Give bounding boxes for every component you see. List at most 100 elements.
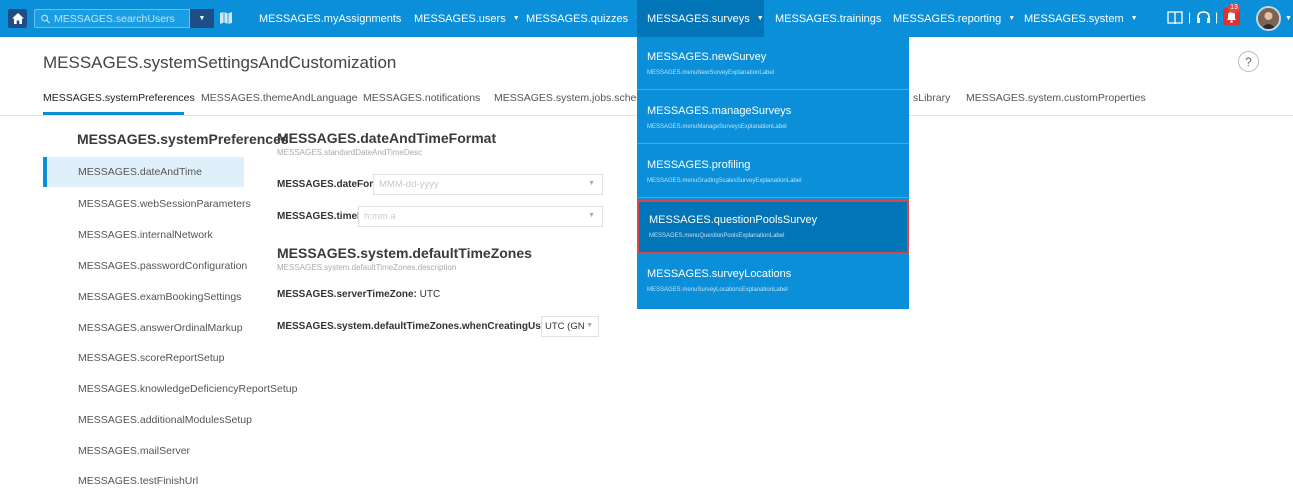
nav-label: MESSAGES.trainings <box>775 12 882 25</box>
server-time-zone-label-text: MESSAGES.serverTimeZone: <box>277 289 417 300</box>
book-icon[interactable] <box>1167 10 1183 25</box>
menu-item-description: MESSAGES.menuManageSurveysExplanationLab… <box>647 124 787 130</box>
search-input[interactable] <box>54 12 189 25</box>
tab-notifications[interactable]: MESSAGES.notifications <box>363 92 480 104</box>
top-navigation-bar: ▼ MESSAGES.myAssignments MESSAGES.users ▼… <box>0 0 1293 37</box>
sidebar-item-web-session-parameters[interactable]: MESSAGES.webSessionParameters <box>43 189 251 219</box>
section-description: MESSAGES.system.defaultTimeZones.descrip… <box>277 263 457 272</box>
nav-trainings[interactable]: MESSAGES.trainings <box>775 0 881 37</box>
nav-reporting[interactable]: MESSAGES.reporting ▼ <box>893 0 1015 37</box>
sidebar-item-mail-server[interactable]: MESSAGES.mailServer <box>43 436 244 466</box>
surveys-dropdown-menu: MESSAGES.newSurvey MESSAGES.menuNewSurve… <box>637 37 909 309</box>
server-time-zone-label: MESSAGES.serverTimeZone: UTC <box>277 289 440 300</box>
menu-item-profiling[interactable]: MESSAGES.profiling MESSAGES.menuGradingS… <box>637 145 909 198</box>
chevron-down-icon: ▼ <box>1008 15 1016 22</box>
tab-theme-and-language[interactable]: MESSAGES.themeAndLanguage <box>201 92 357 104</box>
chevron-down-icon[interactable]: ▼ <box>1285 15 1292 22</box>
sidebar-item-label: MESSAGES.additionalModulesSetup <box>78 414 252 426</box>
user-photo-icon <box>1258 8 1279 29</box>
headset-icon[interactable] <box>1196 10 1211 25</box>
menu-item-description: MESSAGES.menuGradingScalesSurveyExplanat… <box>647 178 802 184</box>
search-icon <box>41 14 50 23</box>
notification-count-badge: 13 <box>1228 3 1240 13</box>
sidebar-item-label: MESSAGES.testFinishUrl <box>78 475 199 487</box>
tab-system-preferences[interactable]: MESSAGES.systemPreferences <box>43 92 195 104</box>
separator: | <box>1188 10 1192 24</box>
sidebar-active-indicator <box>43 157 47 187</box>
sidebar-item-knowledge-deficiency-report-setup[interactable]: MESSAGES.knowledgeDeficiencyReportSetup <box>43 374 297 404</box>
home-icon <box>11 13 24 24</box>
sidebar-item-label: MESSAGES.answerOrdinalMarkup <box>78 322 243 334</box>
menu-item-survey-locations[interactable]: MESSAGES.surveyLocations MESSAGES.menuSu… <box>637 255 909 308</box>
separator: | <box>1215 10 1219 24</box>
sidebar-item-label: MESSAGES.internalNetwork <box>78 229 213 241</box>
creating-users-time-zone-select[interactable]: UTC (GN ▼ <box>541 316 599 337</box>
home-button[interactable] <box>8 9 27 28</box>
menu-item-question-pools-survey[interactable]: MESSAGES.questionPoolsSurvey MESSAGES.me… <box>637 200 909 254</box>
nav-label: MESSAGES.surveys <box>647 12 750 25</box>
nav-label: MESSAGES.system <box>1024 12 1124 25</box>
menu-item-description: MESSAGES.menuNewSurveyExplanationLabel <box>647 70 775 76</box>
nav-users[interactable]: MESSAGES.users ▼ <box>414 0 520 37</box>
menu-item-manage-surveys[interactable]: MESSAGES.manageSurveys MESSAGES.menuMana… <box>637 91 909 144</box>
chevron-down-icon: ▼ <box>756 15 764 22</box>
sidebar-item-label: MESSAGES.webSessionParameters <box>78 198 251 210</box>
help-button[interactable]: ? <box>1238 51 1259 72</box>
menu-item-label: MESSAGES.surveyLocations <box>647 268 792 280</box>
nav-quizzes[interactable]: MESSAGES.quizzes▼ <box>526 0 642 37</box>
menu-item-label: MESSAGES.questionPoolsSurvey <box>649 214 818 226</box>
menu-item-new-survey[interactable]: MESSAGES.newSurvey MESSAGES.menuNewSurve… <box>637 37 909 90</box>
creating-users-time-zone-label: MESSAGES.system.defaultTimeZones.whenCre… <box>277 321 560 332</box>
sidebar-item-label: MESSAGES.knowledgeDeficiencyReportSetup <box>78 383 298 395</box>
nav-surveys[interactable]: MESSAGES.surveys ▼ <box>637 0 764 37</box>
section-description: MESSAGES.standardDateAndTimeDesc <box>277 148 423 157</box>
sidebar-item-test-finish-url[interactable]: MESSAGES.testFinishUrl <box>43 466 244 493</box>
nav-my-assignments[interactable]: MESSAGES.myAssignments <box>259 0 401 37</box>
nav-label: MESSAGES.myAssignments <box>259 12 402 25</box>
chevron-down-icon: ▼ <box>588 212 595 219</box>
tab-library[interactable]: sLibrary <box>913 92 950 104</box>
menu-item-description: MESSAGES.menuQuestionPoolsExplanationLab… <box>649 233 785 239</box>
date-format-select[interactable]: MMM-dd-yyyy ▼ <box>373 174 603 195</box>
menu-item-label: MESSAGES.newSurvey <box>647 51 767 63</box>
sidebar-heading: MESSAGES.systemPreferences <box>77 131 289 147</box>
sidebar-item-exam-booking-settings[interactable]: MESSAGES.examBookingSettings <box>43 282 244 312</box>
nav-label: MESSAGES.users <box>414 12 506 25</box>
menu-item-label: MESSAGES.profiling <box>647 159 751 171</box>
sidebar-item-answer-ordinal-markup[interactable]: MESSAGES.answerOrdinalMarkup <box>43 313 244 343</box>
menu-item-label: MESSAGES.manageSurveys <box>647 105 792 117</box>
tab-custom-properties[interactable]: MESSAGES.system.customProperties <box>966 92 1146 104</box>
select-value: UTC (GN <box>545 321 585 332</box>
search-scope-dropdown[interactable]: ▼ <box>190 9 214 28</box>
nav-label: MESSAGES.quizzes <box>526 12 629 25</box>
sidebar-item-date-and-time[interactable]: MESSAGES.dateAndTime <box>43 157 244 187</box>
sidebar-item-internal-network[interactable]: MESSAGES.internalNetwork <box>43 220 244 250</box>
select-value: h:mm a <box>364 211 396 222</box>
chevron-down-icon: ▼ <box>588 180 595 187</box>
sidebar-item-additional-modules-setup[interactable]: MESSAGES.additionalModulesSetup <box>43 405 252 435</box>
select-value: MMM-dd-yyyy <box>379 179 439 190</box>
sidebar-item-score-report-setup[interactable]: MESSAGES.scoreReportSetup <box>43 343 244 373</box>
sidebar-item-label: MESSAGES.examBookingSettings <box>78 291 242 303</box>
map-icon[interactable] <box>219 11 233 25</box>
sidebar-item-label: MESSAGES.dateAndTime <box>78 166 202 178</box>
sidebar-item-label: MESSAGES.passwordConfiguration <box>78 260 248 272</box>
sidebar-item-label: MESSAGES.mailServer <box>78 445 191 457</box>
sidebar-item-password-configuration[interactable]: MESSAGES.passwordConfiguration <box>43 251 248 281</box>
avatar[interactable] <box>1256 6 1281 31</box>
menu-item-description: MESSAGES.menuSurveyLocationsExplanationL… <box>647 287 788 293</box>
chevron-down-icon: ▼ <box>1130 15 1138 22</box>
section-title-default-time-zones: MESSAGES.system.defaultTimeZones <box>277 245 532 261</box>
server-time-zone-value: UTC <box>419 289 441 300</box>
nav-system[interactable]: MESSAGES.system ▼ <box>1024 0 1138 37</box>
page-title: MESSAGES.systemSettingsAndCustomization <box>43 53 397 72</box>
section-title-date-time-format: MESSAGES.dateAndTimeFormat <box>277 130 497 146</box>
sidebar-item-label: MESSAGES.scoreReportSetup <box>78 352 225 364</box>
search-box <box>34 9 190 28</box>
tab-system-jobs[interactable]: MESSAGES.system.jobs.schedul <box>494 92 650 104</box>
chevron-down-icon: ▼ <box>586 322 593 329</box>
time-format-select[interactable]: h:mm a ▼ <box>358 206 603 227</box>
nav-label: MESSAGES.reporting <box>893 12 1002 25</box>
chevron-down-icon: ▼ <box>198 15 206 22</box>
chevron-down-icon: ▼ <box>512 15 520 22</box>
